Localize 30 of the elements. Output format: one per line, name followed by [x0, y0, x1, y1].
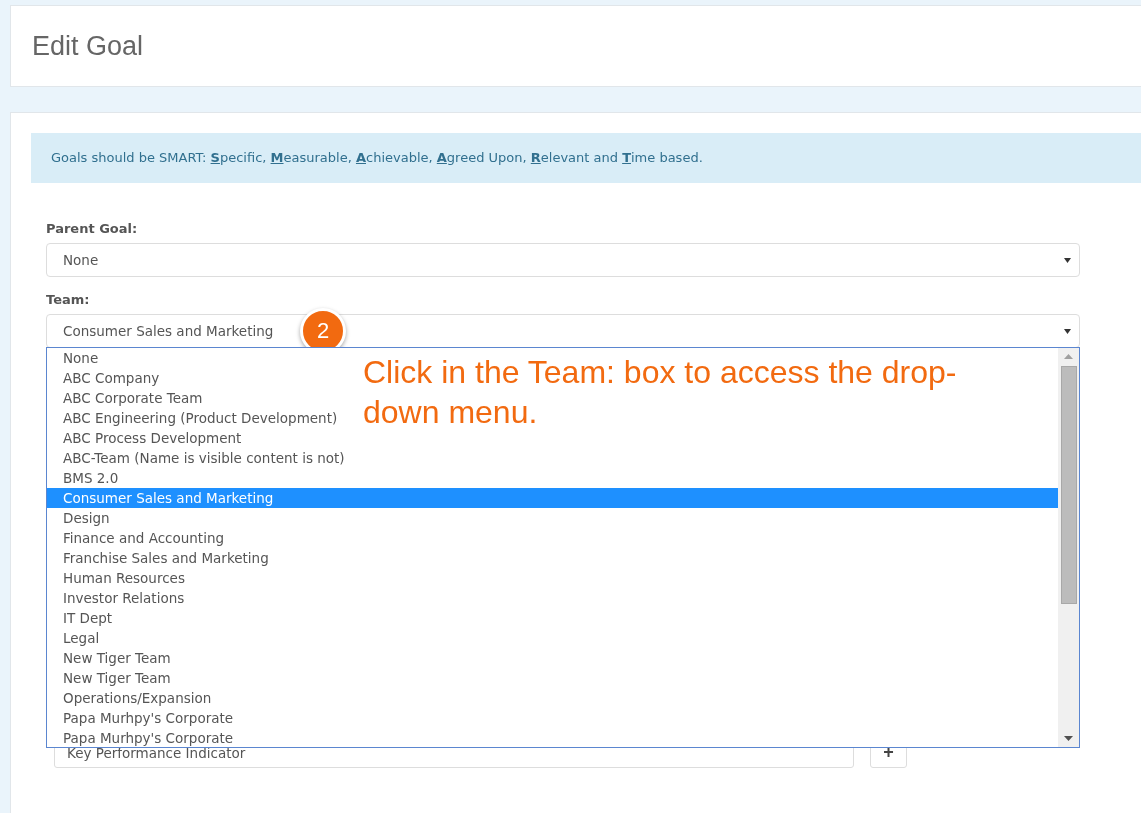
- scrollbar-thumb[interactable]: [1060, 366, 1077, 604]
- scroll-down-icon[interactable]: [1064, 736, 1073, 741]
- dropdown-option[interactable]: ABC Company: [47, 368, 164, 388]
- dropdown-option[interactable]: ABC-Team (Name is visible content is not): [47, 448, 349, 468]
- field-label: Parent Goal:: [46, 221, 139, 236]
- annotation-text: Click in the Team: box to access the drop-down menu.: [363, 353, 958, 432]
- scrollbar[interactable]: [1058, 348, 1079, 747]
- dropdown-option[interactable]: New Tiger Team: [47, 668, 175, 688]
- smart-hint: Goals should be SMART: Specific, Measurable, Achievable, Agreed Upon, Relevant and Time based.: [31, 133, 1141, 183]
- dropdown-option[interactable]: ABC Corporate Team: [47, 388, 207, 408]
- dropdown-option[interactable]: Investor Relations: [47, 588, 189, 608]
- dropdown-option[interactable]: Legal: [47, 628, 104, 648]
- dropdown-option[interactable]: New Tiger Team: [47, 648, 175, 668]
- dropdown-option[interactable]: Papa Murhpy's Corporate: [47, 708, 238, 728]
- dropdown-option[interactable]: IT Dept: [47, 608, 117, 628]
- parent-goal-select[interactable]: None: [46, 243, 1080, 277]
- dropdown-option[interactable]: Operations/Expansion: [47, 688, 216, 708]
- dropdown-option[interactable]: ABC Process Development: [47, 428, 246, 448]
- dropdown-option[interactable]: Franchise Sales and Marketing: [47, 548, 273, 568]
- dropdown-option[interactable]: Human Resources: [47, 568, 189, 588]
- field-label: Team:: [46, 292, 91, 307]
- page-title: Edit Goal: [32, 30, 144, 62]
- caret-icon: [1064, 328, 1071, 334]
- caret-icon: [1064, 257, 1071, 263]
- dropdown-option[interactable]: None: [47, 348, 103, 368]
- dropdown-option[interactable]: BMS 2.0: [47, 468, 123, 488]
- dropdown-option[interactable]: Design: [47, 508, 114, 528]
- dropdown-option[interactable]: ABC Engineering (Product Development): [47, 408, 342, 428]
- dropdown-option[interactable]: Finance and Accounting: [47, 528, 228, 548]
- scroll-up-icon[interactable]: [1064, 354, 1073, 359]
